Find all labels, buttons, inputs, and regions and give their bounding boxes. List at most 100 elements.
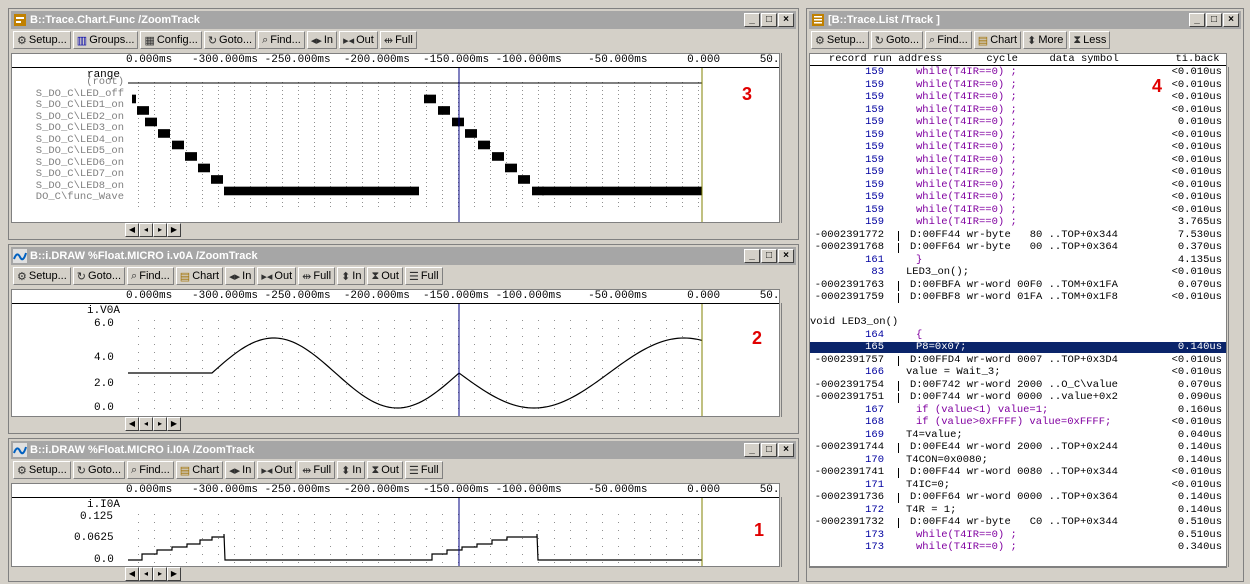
scroll-step-right-icon[interactable]: ▸ <box>153 567 167 581</box>
setup-button[interactable]: ⚙ Setup... <box>13 461 71 479</box>
list-row[interactable]: 173 while(T4IR==0) ; 0.340us <box>810 542 1226 553</box>
zoom-in-button[interactable]: ◂▸ In <box>225 267 256 285</box>
ioa-hscroll[interactable]: ◀ ◂ ▸ ▶ <box>125 567 781 581</box>
function-chart[interactable] <box>12 54 780 223</box>
list-row[interactable]: 159 while(T4IR==0) ; <0.010us <box>810 129 1226 141</box>
scroll-right-icon[interactable]: ▶ <box>167 417 181 431</box>
list-row[interactable]: -0002391754 D:00F742 wr-word 2000 ..O_C\v… <box>810 379 1226 391</box>
voa-vscroll[interactable] <box>781 303 795 417</box>
more-button[interactable]: ⬍ More <box>1023 31 1068 49</box>
list-row[interactable]: -0002391751 D:00F744 wr-word 0000 ..value… <box>810 392 1226 403</box>
list-row[interactable]: 159 while(T4IR==0) ; <0.010us <box>810 104 1226 116</box>
find-button[interactable]: ⌕ Find... <box>127 461 174 479</box>
list-row[interactable]: 159 while(T4IR==0) ; <0.010us <box>810 154 1226 166</box>
scroll-step-left-icon[interactable]: ◂ <box>139 223 153 237</box>
close-button[interactable]: × <box>1223 13 1239 27</box>
groups-button[interactable]: ▥ Groups... <box>72 31 139 49</box>
scroll-left-icon[interactable]: ◀ <box>125 417 139 431</box>
list-row[interactable]: 159 while(T4IR==0) ; 3.765us <box>810 217 1226 228</box>
zoom-out-button[interactable]: ▸◂ Out <box>257 461 297 479</box>
vzoom-in-button[interactable]: ⬍ In <box>337 461 366 479</box>
minimize-button[interactable]: _ <box>744 13 760 27</box>
list-row[interactable]: 164{ <box>810 329 1226 341</box>
list-row[interactable]: -0002391741 D:00FF44 wr-word 0080 ..TOP+0… <box>810 467 1226 478</box>
zoom-out-button[interactable]: ▸◂ Out <box>257 267 297 285</box>
voa-hscroll[interactable]: ◀ ◂ ▸ ▶ <box>125 417 781 431</box>
vzoom-full-button[interactable]: ☰ Full <box>404 461 443 479</box>
chart-hscroll[interactable]: ◀ ◂ ▸ ▶ <box>125 223 781 237</box>
chart-button[interactable]: ▤ Chart <box>175 267 224 285</box>
close-button[interactable]: × <box>778 249 794 263</box>
list-row[interactable]: 165 P8=0x07; 0.140us <box>810 342 1226 353</box>
list-row[interactable]: 171 T4IC=0; <0.010us <box>810 479 1226 491</box>
list-row[interactable]: 159 while(T4IR==0) ; 0.010us <box>810 117 1226 128</box>
list-row[interactable]: 166 value = Wait_3; <0.010us <box>810 367 1226 378</box>
maximize-button[interactable]: □ <box>761 249 777 263</box>
trace-list-titlebar[interactable]: [B::Trace.List /Track ] _ □ × <box>809 11 1241 29</box>
list-row[interactable]: 173 while(T4IR==0) ; 0.510us <box>810 529 1226 541</box>
voa-plot-area[interactable]: 0.000ms -300.000ms -250.000ms -200.000ms… <box>11 289 780 417</box>
maximize-button[interactable]: □ <box>1206 13 1222 27</box>
maximize-button[interactable]: □ <box>761 443 777 457</box>
scroll-step-left-icon[interactable]: ◂ <box>139 417 153 431</box>
goto-button[interactable]: ↻ Goto... <box>870 31 924 49</box>
scroll-left-icon[interactable]: ◀ <box>125 223 139 237</box>
close-button[interactable]: × <box>778 13 794 27</box>
minimize-button[interactable]: _ <box>744 249 760 263</box>
ioa-plot-area[interactable]: 0.000ms -300.000ms -250.000ms -200.000ms… <box>11 483 780 567</box>
list-row[interactable]: -0002391757 D:00FFD4 wr-word 0007 ..TOP+0… <box>810 354 1226 366</box>
list-vscroll[interactable] <box>1228 67 1242 567</box>
chart-button[interactable]: ▤ Chart <box>175 461 224 479</box>
list-row[interactable]: -0002391736 D:00FF64 wr-word 0000 ..TOP+0… <box>810 492 1226 503</box>
chart-vscroll[interactable] <box>781 53 795 223</box>
list-row[interactable]: 83 LED3_on(); <0.010us <box>810 267 1226 278</box>
scroll-step-right-icon[interactable]: ▸ <box>153 417 167 431</box>
setup-button[interactable]: ⚙ Setup... <box>13 267 71 285</box>
ioa-vscroll[interactable] <box>781 497 795 567</box>
list-row[interactable]: -0002391772 D:00FF44 wr-byte 80 ..TOP+0x3… <box>810 229 1226 241</box>
scroll-right-icon[interactable]: ▶ <box>167 223 181 237</box>
minimize-button[interactable]: _ <box>1189 13 1205 27</box>
ioa-titlebar[interactable]: B::i.DRAW %Float.MICRO i.I0A /ZoomTrack … <box>11 441 796 459</box>
list-row[interactable]: -0002391744 D:00FE44 wr-word 2000 ..TOP+0… <box>810 442 1226 453</box>
list-row[interactable]: 167 if (value<1) value=1; 0.160us <box>810 404 1226 416</box>
list-row[interactable]: 159 while(T4IR==0) ; <0.010us <box>810 79 1226 91</box>
list-row[interactable]: 159 while(T4IR==0) ; <0.010us <box>810 192 1226 203</box>
chart-plot-area[interactable]: 0.000ms -300.000ms -250.000ms -200.000ms… <box>11 53 780 223</box>
find-button[interactable]: ⌕ Find... <box>258 31 305 49</box>
zoom-in-button[interactable]: ◂▸ In <box>225 461 256 479</box>
scroll-step-left-icon[interactable]: ◂ <box>139 567 153 581</box>
voa-waveform[interactable] <box>12 290 780 417</box>
list-row[interactable]: 161} 4.135us <box>810 254 1226 266</box>
zoom-out-button[interactable]: ▸◂ Out <box>339 31 378 49</box>
chart-button[interactable]: ▤ Chart <box>973 31 1022 49</box>
list-row[interactable]: -0002391759 D:00FBF8 wr-word 01FA ..TOM+0… <box>810 292 1226 303</box>
vzoom-full-button[interactable]: ☰ Full <box>404 267 443 285</box>
maximize-button[interactable]: □ <box>761 13 777 27</box>
setup-button[interactable]: ⚙ Setup... <box>811 31 869 49</box>
list-row[interactable]: 159 while(T4IR==0) ; <0.010us <box>810 92 1226 103</box>
scroll-step-right-icon[interactable]: ▸ <box>153 223 167 237</box>
config-button[interactable]: ▦ Config... <box>140 31 202 49</box>
list-row[interactable]: -0002391768 D:00FF64 wr-byte 00 ..TOP+0x3… <box>810 242 1226 253</box>
trace-chart-titlebar[interactable]: B::Trace.Chart.Func /ZoomTrack _ □ × <box>11 11 796 29</box>
find-button[interactable]: ⌕ Find... <box>127 267 174 285</box>
voa-titlebar[interactable]: B::i.DRAW %Float.MICRO i.v0A /ZoomTrack … <box>11 247 796 265</box>
list-row[interactable]: 159 while(T4IR==0) ; <0.010us <box>810 67 1226 78</box>
zoom-in-button[interactable]: ◂▸ In <box>306 31 338 49</box>
goto-button[interactable]: ↻ Goto... <box>72 267 126 285</box>
list-row[interactable]: 159 while(T4IR==0) ; <0.010us <box>810 167 1226 178</box>
list-hscroll[interactable] <box>809 567 1227 581</box>
close-button[interactable]: × <box>778 443 794 457</box>
list-row[interactable]: 168 if (value>0xFFFF) value=0xFFFF; <0.010… <box>810 417 1226 428</box>
vzoom-out-button[interactable]: ⧗ Out <box>367 461 403 479</box>
minimize-button[interactable]: _ <box>744 443 760 457</box>
zoom-full-button[interactable]: ⇹ Full <box>379 31 417 49</box>
scroll-left-icon[interactable]: ◀ <box>125 567 139 581</box>
list-row[interactable]: -0002391763 D:00FBFA wr-word 00F0 ..TOM+0… <box>810 279 1226 291</box>
less-button[interactable]: ⧗ Less <box>1069 31 1111 49</box>
scroll-right-icon[interactable]: ▶ <box>167 567 181 581</box>
setup-button[interactable]: ⚙ Setup... <box>13 31 71 49</box>
zoom-full-button[interactable]: ⇹ Full <box>298 461 336 479</box>
list-row[interactable] <box>810 305 1226 316</box>
